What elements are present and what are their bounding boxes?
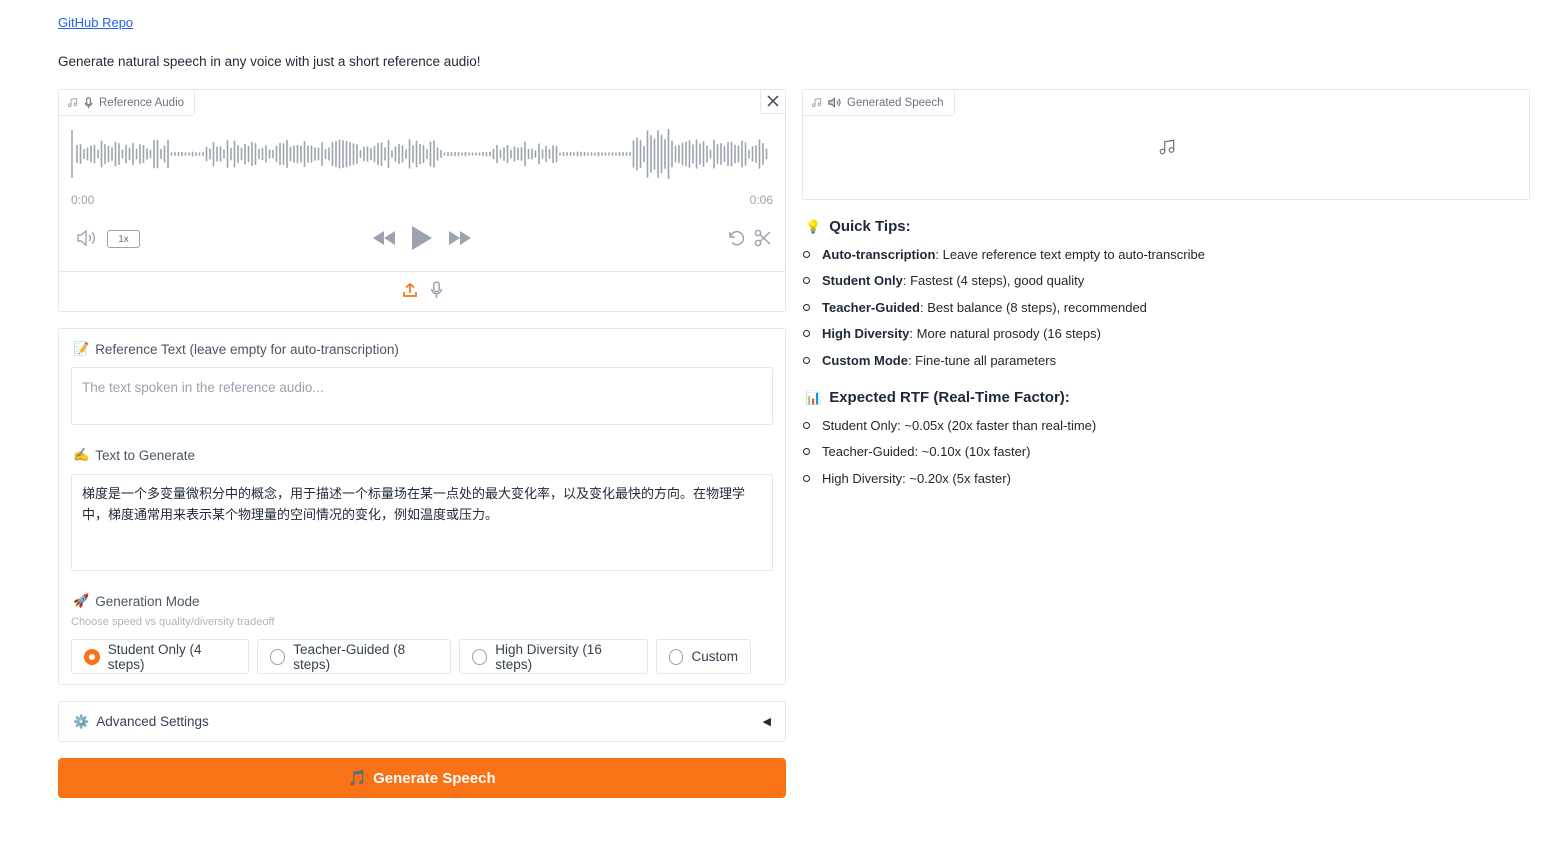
- generate-speech-button[interactable]: 🎵 Generate Speech: [58, 758, 786, 798]
- radio-selected-icon: [84, 648, 100, 665]
- scissors-icon: [754, 229, 772, 250]
- close-icon: [767, 94, 779, 110]
- volume-icon: [76, 229, 98, 250]
- quick-tips-list: Auto-transcription: Leave reference text…: [803, 241, 1205, 374]
- text-to-generate-input[interactable]: 梯度是一个多变量微积分中的概念，用于描述一个标量场在某一点处的最大变化率，以及变…: [71, 474, 773, 571]
- reference-audio-block-label: Reference Audio: [59, 90, 196, 116]
- fast-forward-icon: [448, 230, 472, 249]
- tip-term: Student Only: [822, 273, 903, 289]
- list-item: Auto-transcription: Leave reference text…: [803, 241, 1205, 268]
- upload-audio-button[interactable]: [402, 282, 418, 301]
- quick-tips-heading: 💡 Quick Tips:: [805, 218, 911, 235]
- quick-tips-title: Quick Tips:: [829, 218, 911, 235]
- clear-audio-button[interactable]: [760, 90, 785, 114]
- writing-hand-icon: ✍️: [73, 447, 90, 462]
- list-item: Student Only: ~0.05x (20x faster than re…: [803, 412, 1096, 439]
- mode-option-label: High Diversity (16 steps): [495, 641, 602, 672]
- list-item: Student Only: Fastest (4 steps), good qu…: [803, 268, 1205, 295]
- tip-text: : Fastest (4 steps), good quality: [902, 273, 1085, 289]
- reference-audio-label: Reference Audio: [99, 96, 185, 109]
- generated-speech-label: Generated Speech: [847, 96, 944, 109]
- generated-speech-panel: Generated Speech: [802, 89, 1530, 200]
- tip-term: Teacher-Guided: [822, 299, 921, 315]
- rewind-icon: [372, 230, 396, 249]
- generated-speech-block-label: Generated Speech: [803, 90, 955, 116]
- reference-text-input[interactable]: The text spoken in the reference audio..…: [71, 367, 773, 425]
- speaker-icon: [828, 97, 841, 108]
- mode-option-teacher-guided[interactable]: Teacher-Guided (8 steps): [257, 639, 451, 674]
- trim-button[interactable]: [752, 229, 774, 249]
- list-item: High Diversity: More natural prosody (16…: [803, 321, 1205, 348]
- time-end: 0:06: [749, 193, 773, 207]
- radio-unselected-icon: [472, 648, 488, 665]
- music-note-icon: [67, 97, 78, 108]
- tip-term: High Diversity: [822, 326, 910, 342]
- inputs-panel: 📝 Reference Text (leave empty for auto-t…: [58, 328, 786, 685]
- advanced-settings-label: Advanced Settings: [96, 714, 209, 729]
- advanced-settings-accordion[interactable]: ⚙️ Advanced Settings ◀: [58, 701, 786, 742]
- text-to-generate-label-row: ✍️ Text to Generate: [73, 447, 195, 463]
- generate-speech-label: Generate Speech: [373, 769, 496, 787]
- upload-icon: [402, 282, 418, 301]
- collapse-arrow-icon: ◀: [762, 716, 771, 728]
- gear-icon: ⚙️: [73, 713, 90, 729]
- mode-option-label: Student Only (4 steps): [107, 641, 202, 672]
- memo-icon: 📝: [73, 341, 90, 356]
- rewind-button[interactable]: [371, 229, 397, 249]
- fast-forward-button[interactable]: [447, 229, 473, 249]
- tip-term: Auto-transcription: [822, 246, 936, 262]
- audio-waveform[interactable]: [71, 128, 771, 180]
- empty-audio-icon: [1158, 138, 1176, 159]
- undo-icon: [726, 228, 746, 251]
- github-repo-link[interactable]: GitHub Repo: [58, 15, 133, 30]
- tip-text: : More natural prosody (16 steps): [909, 326, 1101, 342]
- app-description: Generate natural speech in any voice wit…: [58, 54, 481, 69]
- time-start: 0:00: [71, 193, 95, 207]
- expected-rtf-list: Student Only: ~0.05x (20x faster than re…: [803, 412, 1096, 492]
- bar-chart-icon: 📊: [805, 389, 822, 405]
- expected-rtf-heading: 📊 Expected RTF (Real-Time Factor):: [805, 389, 1070, 406]
- music-note-icon: [811, 97, 822, 108]
- list-item: High Diversity: ~0.20x (5x faster): [803, 465, 1096, 492]
- lightbulb-icon: 💡: [805, 218, 822, 234]
- text-to-generate-label: Text to Generate: [95, 447, 195, 463]
- reference-audio-panel: Reference Audio 0:00 0:06 1x: [58, 89, 786, 312]
- reference-text-placeholder: The text spoken in the reference audio..…: [82, 380, 324, 395]
- play-icon: [411, 225, 433, 254]
- generation-mode-label-row: 🚀 Generation Mode: [73, 593, 200, 609]
- undo-trim-button[interactable]: [725, 229, 747, 249]
- play-button[interactable]: [410, 224, 434, 254]
- rtf-item: High Diversity: ~0.20x (5x faster): [822, 470, 1011, 486]
- audio-source-bar: [59, 271, 785, 311]
- mode-option-high-diversity[interactable]: High Diversity (16 steps): [459, 639, 648, 674]
- reference-text-label: Reference Text (leave empty for auto-tra…: [95, 341, 399, 357]
- tip-term: Custom Mode: [822, 352, 908, 368]
- microphone-icon: [430, 281, 443, 302]
- tip-text: : Best balance (8 steps), recommended: [920, 299, 1147, 315]
- generation-mode-label: Generation Mode: [95, 593, 200, 609]
- mode-option-label: Custom: [691, 649, 738, 664]
- list-item: Teacher-Guided: Best balance (8 steps), …: [803, 294, 1205, 321]
- mode-option-student-only[interactable]: Student Only (4 steps): [71, 639, 249, 674]
- radio-unselected-icon: [669, 648, 684, 665]
- rtf-item: Student Only: ~0.05x (20x faster than re…: [822, 417, 1097, 433]
- expected-rtf-title: Expected RTF (Real-Time Factor):: [829, 389, 1070, 406]
- reference-text-label-row: 📝 Reference Text (leave empty for auto-t…: [73, 341, 399, 357]
- tip-text: : Fine-tune all parameters: [907, 352, 1057, 368]
- rocket-icon: 🚀: [73, 593, 90, 608]
- mode-option-label: Teacher-Guided (8 steps): [293, 641, 406, 672]
- microphone-icon: [84, 96, 93, 109]
- mode-option-custom[interactable]: Custom: [656, 639, 751, 674]
- radio-unselected-icon: [270, 648, 286, 665]
- list-item: Custom Mode: Fine-tune all parameters: [803, 347, 1205, 374]
- music-notes-icon: 🎵: [348, 770, 368, 787]
- playback-speed-button[interactable]: 1x: [107, 230, 140, 248]
- record-audio-button[interactable]: [430, 281, 443, 302]
- generation-mode-info: Choose speed vs quality/diversity tradeo…: [71, 616, 275, 628]
- list-item: Teacher-Guided: ~0.10x (10x faster): [803, 439, 1096, 466]
- tip-text: : Leave reference text empty to auto-tra…: [935, 246, 1205, 262]
- volume-button[interactable]: [75, 228, 99, 250]
- rtf-item: Teacher-Guided: ~0.10x (10x faster): [822, 444, 1031, 460]
